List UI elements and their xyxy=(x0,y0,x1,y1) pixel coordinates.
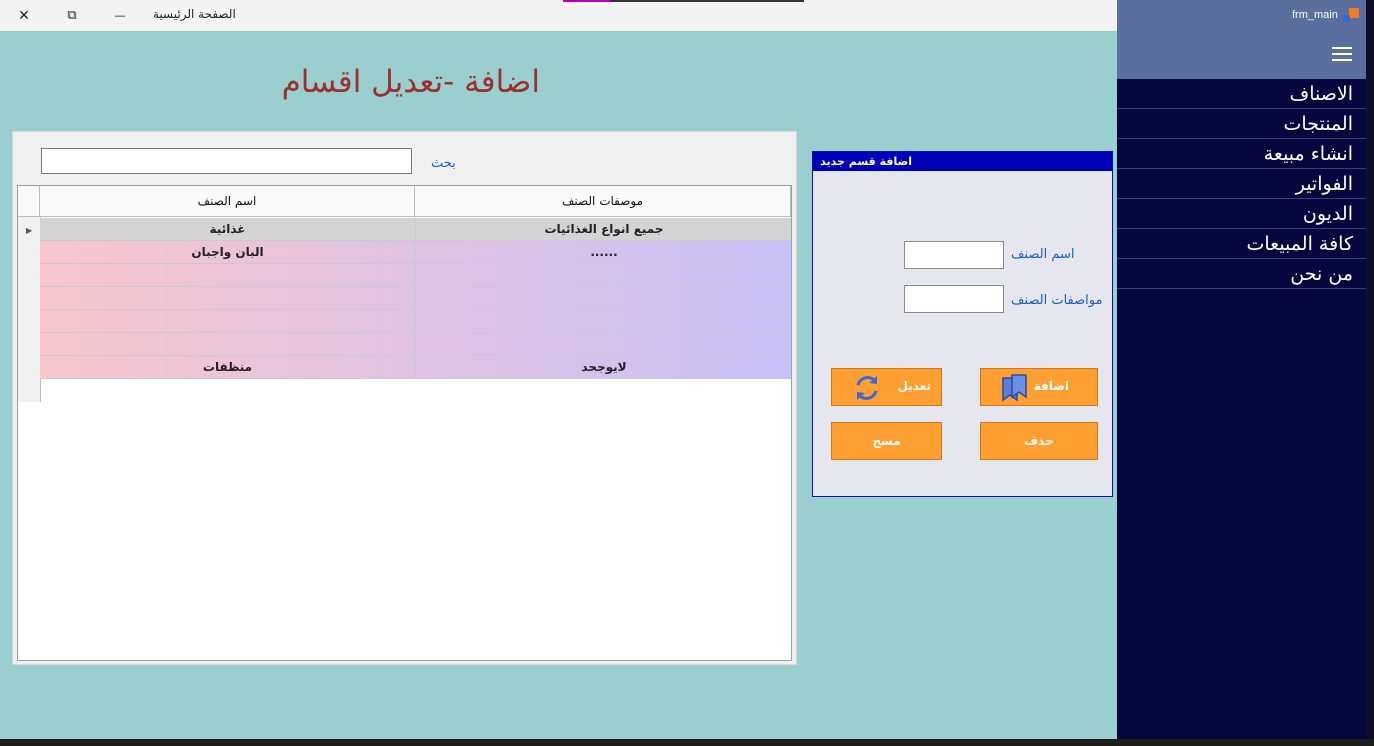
sidebar-item-debts[interactable]: الديون xyxy=(1117,199,1366,229)
form-title: frm_main xyxy=(1292,9,1338,21)
sidebar-menu: الاصناف المنتجات انشاء مبيعة الفواتير ال… xyxy=(1117,79,1366,746)
sidebar-item-invoices[interactable]: الفواتير xyxy=(1117,169,1366,199)
add-button-label: اضافة xyxy=(1033,379,1069,393)
edit-button-label: تعديل xyxy=(897,379,931,393)
column-header-name[interactable]: اسم الصنف xyxy=(40,186,415,217)
hamburger-icon[interactable] xyxy=(1332,47,1352,61)
window-title: الصفحة الرئيسية xyxy=(153,7,236,21)
add-category-panel: اضافة قسم جديد اسم الصنف مواصفات الصنف ا… xyxy=(812,151,1113,497)
cell-name xyxy=(40,264,415,286)
table-row[interactable] xyxy=(40,310,791,333)
cell-description: لايوجحد xyxy=(415,356,792,378)
right-edge xyxy=(1366,0,1374,746)
table-row[interactable] xyxy=(40,287,791,310)
table-row[interactable]: منظفات لايوجحد xyxy=(40,356,791,379)
add-button[interactable]: اضافة xyxy=(980,368,1098,406)
app-logo-icon xyxy=(1343,8,1359,22)
title-bar: ✕ ⧉ — الصفحة الرئيسية xyxy=(0,0,1117,31)
title-accent xyxy=(563,0,804,2)
sidebar-item-new-sale[interactable]: انشاء مبيعة xyxy=(1117,139,1366,169)
cell-description: ...... xyxy=(415,241,792,263)
cell-name xyxy=(40,287,415,309)
delete-button[interactable]: حذف xyxy=(980,422,1098,460)
copy-icon xyxy=(999,371,1033,408)
panel-title: اضافة قسم جديد xyxy=(813,152,1112,171)
cell-description xyxy=(415,310,792,332)
table-row[interactable]: البان واجبان ...... xyxy=(40,241,791,264)
search-label: بحث xyxy=(431,156,456,171)
cell-name: البان واجبان xyxy=(191,245,264,259)
name-field[interactable] xyxy=(904,241,1004,269)
cell-name: منظفات xyxy=(202,360,253,374)
cell-description: جميع انواع الغذائيات xyxy=(415,218,792,240)
taskbar xyxy=(0,739,1374,746)
description-field[interactable] xyxy=(904,285,1004,313)
column-header-description[interactable]: موصفات الصنف xyxy=(415,186,791,217)
table-row[interactable]: غذائية جميع انواع الغذائيات xyxy=(40,218,791,241)
table-row[interactable] xyxy=(40,264,791,287)
minimize-icon[interactable]: — xyxy=(98,0,142,31)
search-input[interactable] xyxy=(41,148,412,174)
edit-button[interactable]: تعديل xyxy=(831,368,942,406)
sidebar-item-products[interactable]: المنتجات xyxy=(1117,109,1366,139)
categories-panel: بحث اسم الصنف موصفات الصنف ▶ غذائية جميع… xyxy=(12,131,797,665)
name-label: اسم الصنف xyxy=(1011,247,1075,262)
table-row[interactable] xyxy=(40,333,791,356)
refresh-icon xyxy=(850,371,884,408)
current-row-icon: ▶ xyxy=(26,226,33,235)
cell-description xyxy=(415,264,792,286)
restore-icon[interactable]: ⧉ xyxy=(50,0,94,31)
clear-button[interactable]: مسح xyxy=(831,422,942,460)
cell-name xyxy=(40,333,415,355)
row-header-column xyxy=(18,186,41,402)
sidebar-item-categories[interactable]: الاصناف xyxy=(1117,79,1366,109)
page-title: اضافة -تعديل اقسام xyxy=(281,64,540,100)
cell-description xyxy=(415,287,792,309)
grid-corner xyxy=(18,186,40,217)
cell-name xyxy=(40,310,415,332)
cell-description xyxy=(415,333,792,355)
description-label: مواصفات الصنف xyxy=(1011,293,1103,308)
sidebar-item-about[interactable]: من نحن xyxy=(1117,259,1366,289)
categories-grid[interactable]: اسم الصنف موصفات الصنف ▶ غذائية جميع انو… xyxy=(17,185,792,661)
close-icon[interactable]: ✕ xyxy=(2,0,46,31)
cell-name: غذائية xyxy=(209,222,246,236)
sidebar-item-all-sales[interactable]: كافة المبيعات xyxy=(1117,229,1366,259)
